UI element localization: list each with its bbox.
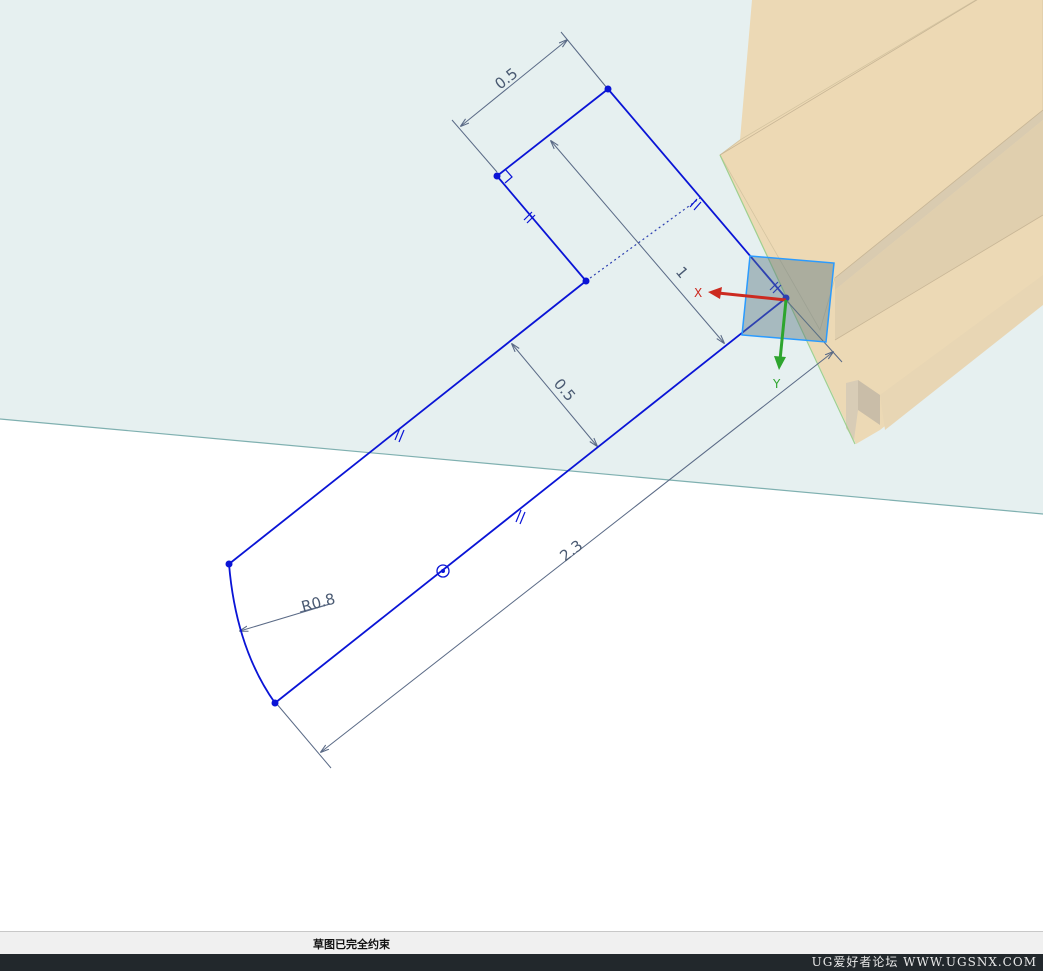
y-axis-label: Y [772,377,781,391]
midpoint-icon [436,564,450,578]
dimension-length-label[interactable]: 2.3 [556,536,586,565]
graphics-viewport[interactable]: 0.5 1 0.5 2.3 R0.8 X Y [0,0,1043,931]
status-bar: 草图已完全约束 [0,931,1043,954]
x-axis-label: X [694,286,702,300]
dimension-radius-label[interactable]: R0.8 [299,590,337,616]
status-message: 草图已完全约束 [313,938,390,951]
sketch-canvas[interactable]: 0.5 1 0.5 2.3 R0.8 X Y [0,0,1043,931]
watermark-strip: UG爱好者论坛 WWW.UGSNX.COM [0,954,1043,971]
watermark-text: UG爱好者论坛 WWW.UGSNX.COM [811,955,1037,969]
